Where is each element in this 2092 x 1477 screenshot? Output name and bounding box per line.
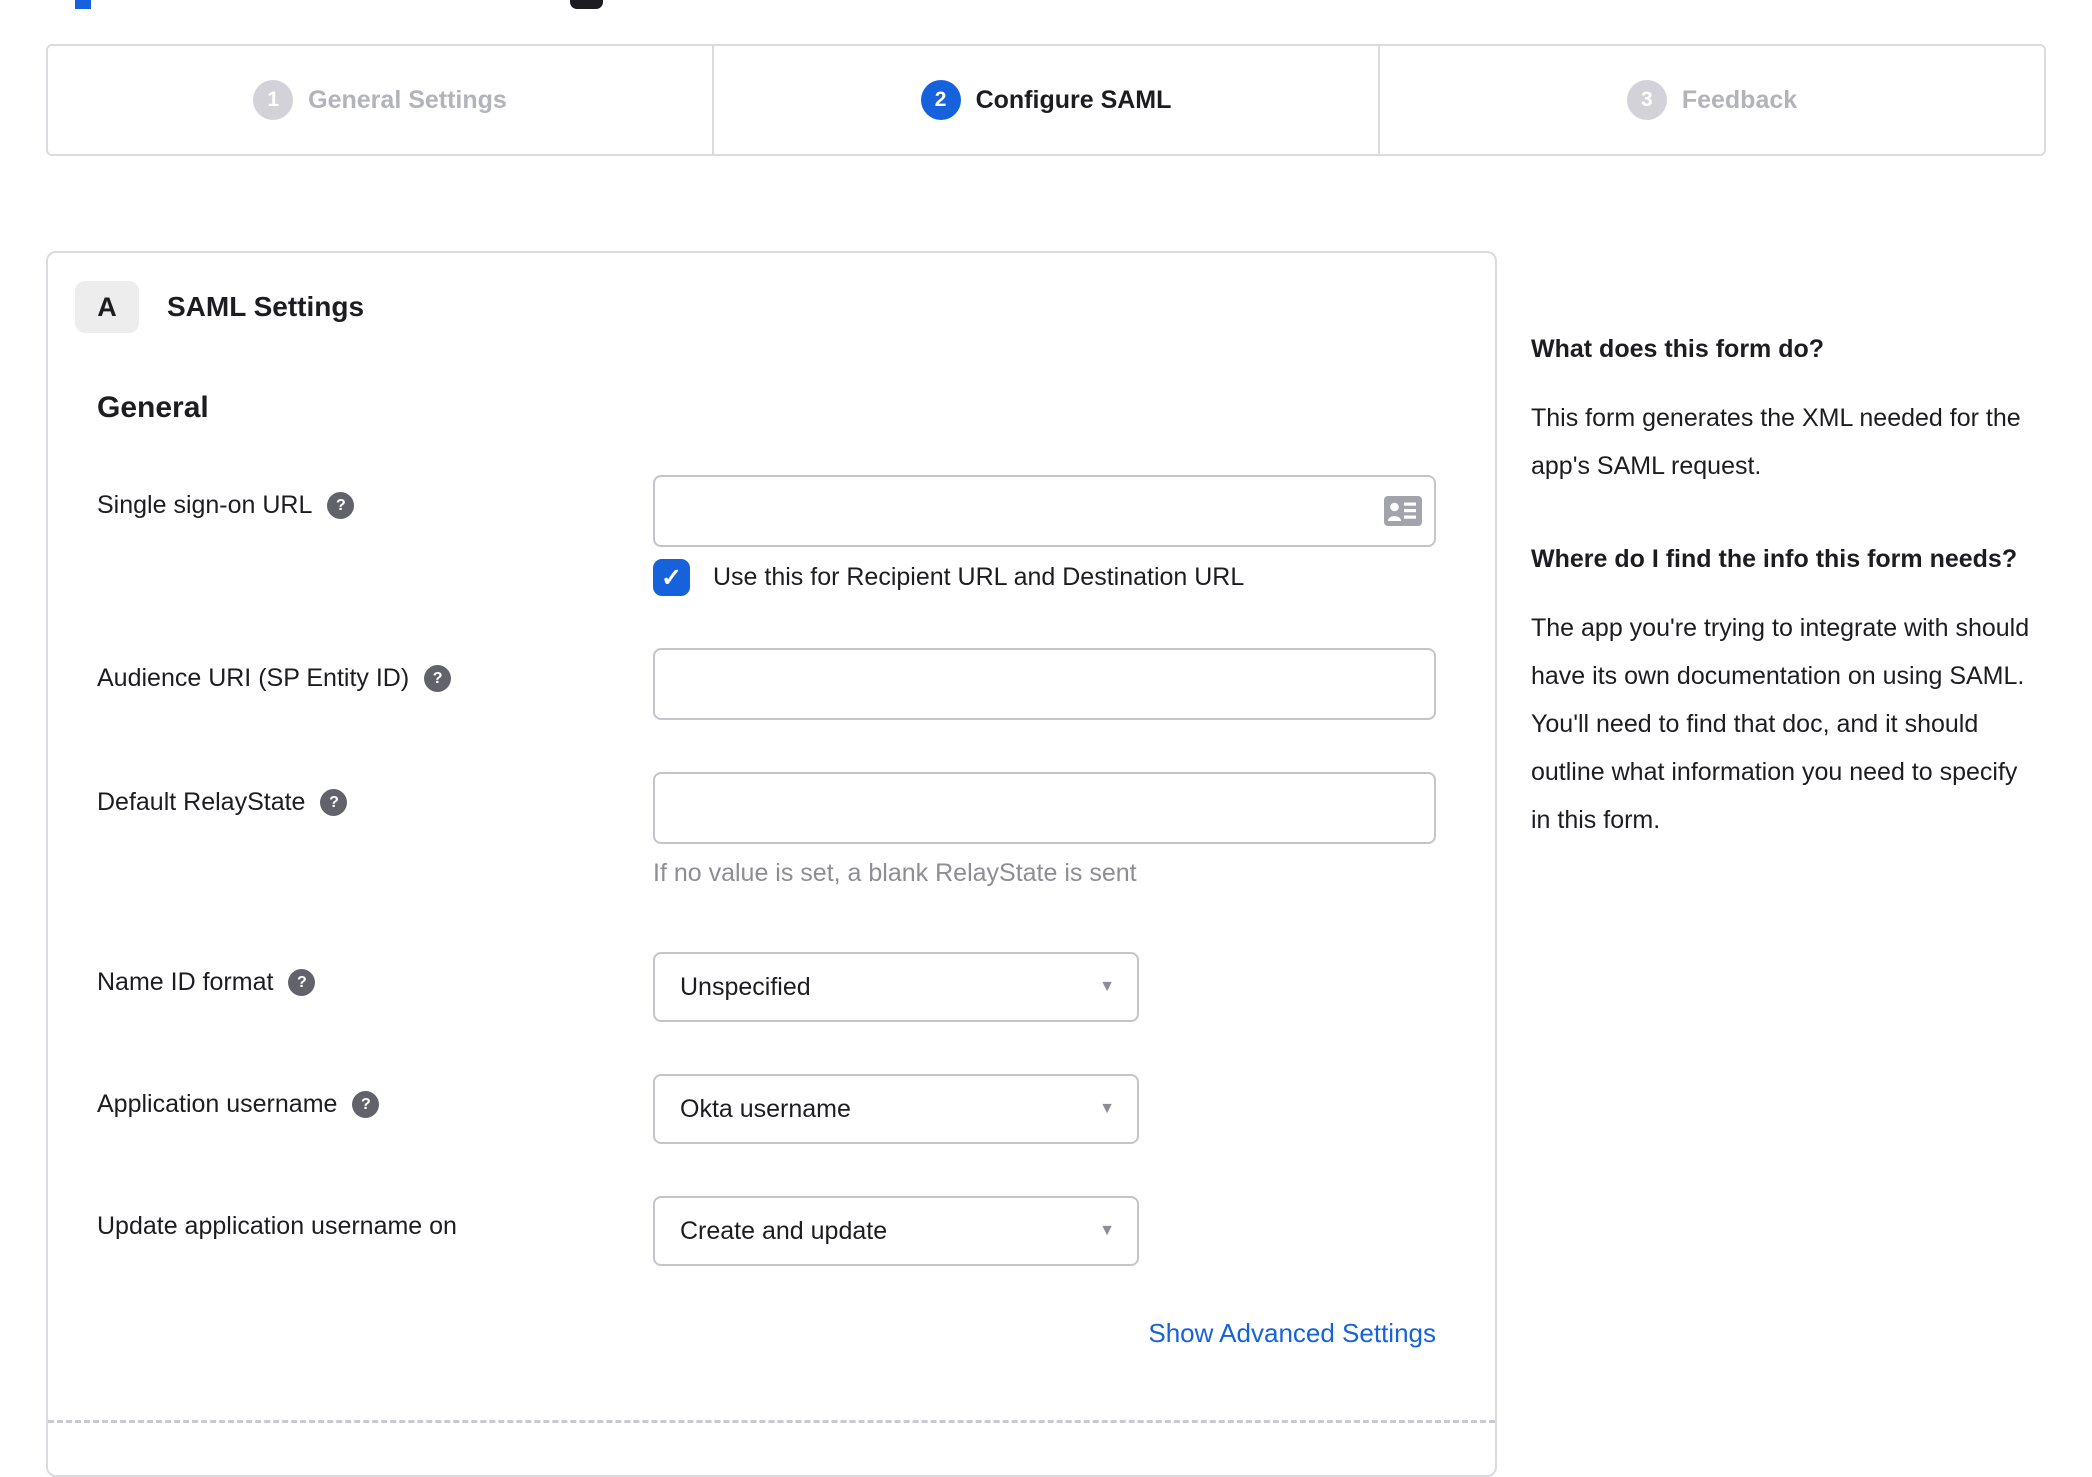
- top-edge-blue-fragment: [75, 0, 91, 9]
- step-feedback[interactable]: 3 Feedback: [1380, 46, 2044, 154]
- step-number-badge: 1: [253, 80, 294, 120]
- name-id-format-select[interactable]: Unspecified ▼: [653, 952, 1139, 1022]
- field-row-audience-uri: Audience URI (SP Entity ID) ?: [97, 648, 1436, 720]
- top-edge-dark-fragment: [570, 0, 603, 9]
- help-icon[interactable]: ?: [327, 492, 355, 519]
- default-relaystate-input[interactable]: [653, 772, 1436, 844]
- contact-card-icon[interactable]: [1384, 496, 1422, 526]
- field-row-single-sign-on-url: Single sign-on URL ? ✓ Use this for Reci…: [97, 475, 1436, 596]
- help-icon[interactable]: ?: [320, 789, 348, 816]
- field-label-text: Application username: [97, 1090, 338, 1118]
- field-label-text: Update application username on: [97, 1212, 457, 1240]
- section-header: A SAML Settings: [75, 281, 1495, 333]
- field-label: Application username ?: [97, 1074, 653, 1119]
- help-icon[interactable]: ?: [424, 665, 452, 692]
- step-label: Feedback: [1681, 85, 1798, 114]
- dashed-section-divider: [48, 1420, 1495, 1423]
- saml-settings-panel: A SAML Settings General Single sign-on U…: [46, 251, 1497, 1477]
- chevron-down-icon: ▼: [1099, 1100, 1115, 1117]
- field-label-text: Audience URI (SP Entity ID): [97, 664, 410, 692]
- help-icon[interactable]: ?: [352, 1091, 380, 1118]
- step-label: Configure SAML: [975, 85, 1172, 114]
- select-value: Unspecified: [680, 972, 811, 1001]
- chevron-down-icon: ▼: [1099, 978, 1115, 995]
- field-label: Name ID format ?: [97, 952, 653, 997]
- single-sign-on-url-input[interactable]: [653, 475, 1436, 547]
- help-sidebar: What does this form do? This form genera…: [1531, 326, 2036, 890]
- application-username-select[interactable]: Okta username ▼: [653, 1074, 1139, 1144]
- select-value: Okta username: [680, 1094, 851, 1123]
- field-label: Default RelayState ?: [97, 772, 653, 817]
- step-number-badge: 2: [920, 80, 961, 120]
- step-general-settings[interactable]: 1 General Settings: [48, 46, 714, 154]
- update-application-username-select[interactable]: Create and update ▼: [653, 1196, 1139, 1266]
- section-badge-a: A: [75, 281, 139, 333]
- help-body-what: This form generates the XML needed for t…: [1531, 404, 2021, 480]
- help-icon[interactable]: ?: [288, 969, 316, 996]
- group-heading-general: General: [97, 391, 209, 424]
- recipient-url-checkbox-row: ✓ Use this for Recipient URL and Destina…: [653, 559, 1436, 596]
- field-row-update-application-username: Update application username on Create an…: [97, 1196, 1436, 1266]
- relaystate-hint: If no value is set, a blank RelayState i…: [653, 859, 1137, 887]
- chevron-down-icon: ▼: [1099, 1222, 1115, 1239]
- step-number-badge: 3: [1626, 80, 1667, 120]
- saml-general-form: Single sign-on URL ? ✓ Use this for Reci…: [97, 475, 1436, 1349]
- field-label-text: Single sign-on URL: [97, 491, 313, 519]
- field-label-text: Name ID format: [97, 968, 274, 996]
- field-row-name-id-format: Name ID format ? Unspecified ▼: [97, 952, 1436, 1022]
- help-heading-what: What does this form do?: [1531, 335, 1825, 363]
- help-heading-where: Where do I find the info this form needs…: [1531, 545, 2018, 573]
- field-label: Update application username on: [97, 1196, 653, 1241]
- wizard-stepper: 1 General Settings 2 Configure SAML 3 Fe…: [46, 44, 2046, 156]
- field-row-default-relaystate: Default RelayState ? If no value is set,…: [97, 772, 1436, 888]
- step-configure-saml[interactable]: 2 Configure SAML: [714, 46, 1380, 154]
- field-label-text: Default RelayState: [97, 788, 306, 816]
- section-title: SAML Settings: [167, 291, 365, 322]
- recipient-url-checkbox[interactable]: ✓: [653, 559, 690, 596]
- step-label: General Settings: [308, 85, 507, 114]
- field-label: Single sign-on URL ?: [97, 475, 653, 520]
- audience-uri-input[interactable]: [653, 648, 1436, 720]
- select-value: Create and update: [680, 1216, 888, 1245]
- field-label: Audience URI (SP Entity ID) ?: [97, 648, 653, 693]
- field-row-application-username: Application username ? Okta username ▼: [97, 1074, 1436, 1144]
- checkbox-label: Use this for Recipient URL and Destinati…: [713, 563, 1245, 591]
- help-body-where: The app you're trying to integrate with …: [1531, 614, 2030, 834]
- show-advanced-settings-link[interactable]: Show Advanced Settings: [1148, 1318, 1436, 1349]
